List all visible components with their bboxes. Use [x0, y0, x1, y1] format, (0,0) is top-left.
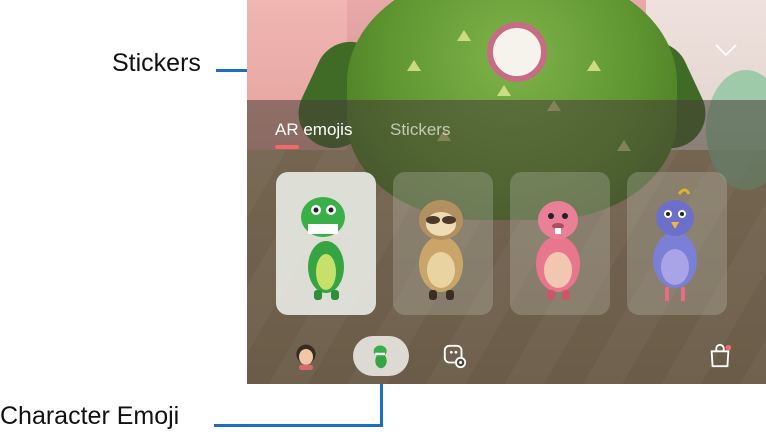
monster-spot	[407, 60, 421, 71]
tab-ar-emojis[interactable]: AR emojis	[275, 120, 352, 140]
beaver-icon	[536, 201, 580, 300]
character-card-beaver[interactable]	[510, 172, 610, 315]
avatar-button[interactable]	[290, 336, 322, 376]
sloth-icon	[419, 200, 463, 300]
character-card-dinosaur[interactable]	[276, 172, 376, 315]
character-card-bird[interactable]	[627, 172, 727, 315]
tab-stickers[interactable]: Stickers	[390, 120, 450, 140]
shopping-bag-icon	[710, 343, 732, 368]
monster-eye	[487, 22, 547, 82]
callout-stickers: Stickers	[112, 49, 201, 77]
sticker-gear-icon	[443, 344, 467, 369]
collapse-chevron-icon[interactable]	[713, 40, 739, 60]
dinosaur-icon	[301, 197, 345, 300]
camera-screen: AR emojis Stickers	[247, 0, 766, 384]
monster-spot	[497, 85, 511, 96]
dinosaur-icon	[373, 345, 387, 369]
store-button[interactable]	[705, 336, 735, 376]
callout-character-emoji: Character Emoji	[0, 402, 180, 430]
bird-icon	[653, 188, 697, 301]
monster-spot	[457, 30, 471, 41]
tab-selected-indicator	[275, 145, 299, 149]
character-emoji-button[interactable]	[353, 336, 409, 376]
sticker-settings-button[interactable]	[440, 336, 470, 376]
character-card-sloth[interactable]	[393, 172, 493, 315]
monster-spot	[587, 60, 601, 71]
callout-line-char-h	[214, 424, 382, 427]
avatar-icon	[296, 344, 316, 370]
